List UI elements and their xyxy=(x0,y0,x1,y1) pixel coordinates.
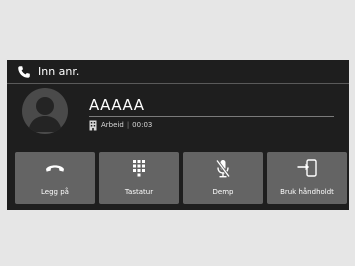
caller-avatar xyxy=(22,88,68,134)
mute-microphone-icon xyxy=(215,159,231,177)
keypad-icon xyxy=(133,160,145,177)
call-action-bar: Legg på Tastatur Demp Bruk håndholdt xyxy=(15,152,348,204)
use-handset-label: Bruk håndholdt xyxy=(280,188,334,196)
call-screen: Inn anr. AAAAA Arbeid | 00:03 Legg på Ta… xyxy=(7,60,349,210)
keypad-label: Tastatur xyxy=(124,188,154,196)
phone-icon xyxy=(18,66,30,78)
page: Inn anr. AAAAA Arbeid | 00:03 Legg på Ta… xyxy=(0,0,355,266)
call-info: Arbeid | 00:03 xyxy=(101,120,152,131)
hang-up-label: Legg på xyxy=(41,188,69,196)
use-handset-button[interactable]: Bruk håndholdt xyxy=(267,152,347,204)
caller-name: AAAAA xyxy=(89,96,145,114)
transfer-to-handset-icon xyxy=(297,159,317,177)
person-silhouette-icon xyxy=(28,97,62,132)
mute-label: Demp xyxy=(212,188,234,196)
call-type-label: Arbeid xyxy=(101,121,124,129)
building-icon xyxy=(89,120,97,131)
call-header: Inn anr. xyxy=(7,60,349,84)
info-separator: | xyxy=(126,121,130,129)
hang-up-icon xyxy=(46,165,64,172)
call-status-title: Inn anr. xyxy=(38,65,80,78)
hang-up-button[interactable]: Legg på xyxy=(15,152,95,204)
keypad-button[interactable]: Tastatur xyxy=(99,152,179,204)
caller-name-divider xyxy=(89,116,334,117)
mute-button[interactable]: Demp xyxy=(183,152,263,204)
call-duration: 00:03 xyxy=(132,121,153,129)
